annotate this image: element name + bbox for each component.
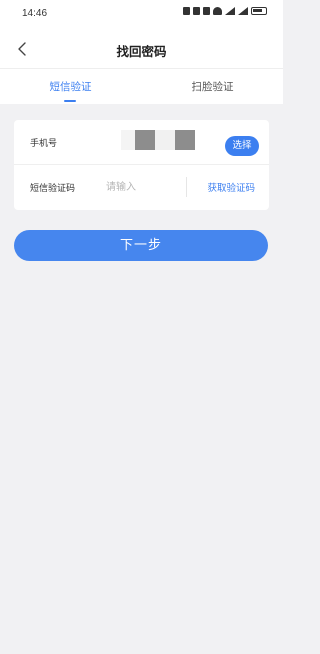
divider <box>186 177 187 197</box>
phone-label: 手机号 <box>30 139 58 149</box>
alarm-icon <box>183 7 190 15</box>
tab-bar: 短信验证 扫脸验证 <box>0 68 283 104</box>
sms-code-row: 短信验证码 获取验证码 <box>14 165 269 210</box>
sms-code-input[interactable] <box>106 177 186 197</box>
mask-block <box>135 130 155 150</box>
mask-block <box>121 130 135 150</box>
select-phone-button[interactable]: 选择 <box>225 136 259 156</box>
battery-icon <box>251 7 267 15</box>
sms-code-label: 短信验证码 <box>30 184 76 194</box>
get-code-button[interactable]: 获取验证码 <box>207 180 255 194</box>
tab-face-verification[interactable]: 扫脸验证 <box>142 69 283 105</box>
next-step-button[interactable]: 下一步 <box>14 230 268 261</box>
page-title: 找回密码 <box>116 44 167 59</box>
status-bar: 14:46 <box>0 0 283 30</box>
mask-block <box>155 130 175 150</box>
active-tab-indicator <box>64 100 76 102</box>
bluetooth-icon <box>193 7 200 15</box>
wifi-icon <box>213 7 222 15</box>
mute-icon <box>203 7 210 15</box>
mask-block <box>175 130 195 150</box>
nav-bar: 找回密码 <box>0 30 283 68</box>
signal-icon <box>225 7 235 15</box>
masked-phone-number <box>121 130 199 152</box>
status-time: 14:46 <box>22 8 48 19</box>
signal-icon-2 <box>238 7 248 15</box>
phone-row: 手机号 选择 <box>14 120 269 165</box>
status-icons <box>183 7 267 15</box>
verification-form: 手机号 选择 短信验证码 获取验证码 <box>14 120 269 210</box>
